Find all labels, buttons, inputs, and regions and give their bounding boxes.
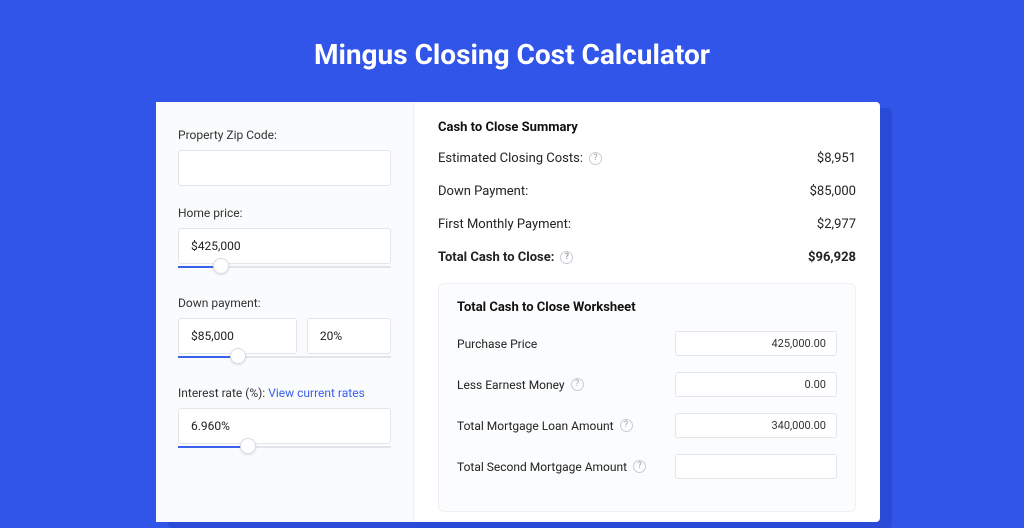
- down-payment-label: Down payment:: [178, 296, 391, 310]
- summary-section: Cash to Close Summary Estimated Closing …: [438, 120, 856, 265]
- results-panel: Cash to Close Summary Estimated Closing …: [414, 102, 880, 522]
- interest-field-group: Interest rate (%): View current rates: [178, 386, 391, 456]
- second-mortgage-label: Total Second Mortgage Amount: [457, 460, 627, 474]
- slider-fill: [178, 356, 238, 358]
- summary-row-est-costs: Estimated Closing Costs: ? $8,951: [438, 151, 856, 166]
- worksheet-title: Total Cash to Close Worksheet: [457, 300, 837, 315]
- earnest-label: Less Earnest Money: [457, 378, 565, 392]
- home-price-field-group: Home price:: [178, 206, 391, 276]
- ws-row-earnest: Less Earnest Money ?: [457, 372, 837, 397]
- home-price-input[interactable]: [178, 228, 391, 264]
- interest-input[interactable]: [178, 408, 391, 444]
- help-icon[interactable]: ?: [571, 378, 584, 391]
- page-title: Mingus Closing Cost Calculator: [0, 0, 1024, 99]
- summary-down-payment-label: Down Payment:: [438, 184, 528, 199]
- summary-row-total: Total Cash to Close: ? $96,928: [438, 250, 856, 265]
- total-label: Total Cash to Close:: [438, 250, 554, 265]
- help-icon[interactable]: ?: [560, 251, 573, 264]
- home-price-slider[interactable]: [178, 262, 391, 276]
- calculator-card: Property Zip Code: Home price: Down paym…: [156, 102, 880, 522]
- ws-row-loan-amount: Total Mortgage Loan Amount ?: [457, 413, 837, 438]
- inputs-panel: Property Zip Code: Home price: Down paym…: [156, 102, 414, 522]
- est-costs-label: Estimated Closing Costs:: [438, 151, 583, 166]
- help-icon[interactable]: ?: [589, 152, 602, 165]
- purchase-price-value[interactable]: [675, 331, 837, 356]
- second-mortgage-value[interactable]: [675, 454, 837, 479]
- est-costs-value: $8,951: [817, 151, 856, 166]
- slider-thumb[interactable]: [213, 258, 229, 274]
- first-monthly-label: First Monthly Payment:: [438, 217, 571, 232]
- loan-amount-label: Total Mortgage Loan Amount: [457, 419, 614, 433]
- worksheet-section: Total Cash to Close Worksheet Purchase P…: [438, 283, 856, 512]
- interest-slider[interactable]: [178, 442, 391, 456]
- down-payment-slider[interactable]: [178, 352, 391, 366]
- interest-label-text: Interest rate (%):: [178, 386, 268, 400]
- earnest-value[interactable]: [675, 372, 837, 397]
- summary-down-payment-value: $85,000: [810, 184, 856, 199]
- zip-field-group: Property Zip Code:: [178, 128, 391, 186]
- zip-input[interactable]: [178, 150, 391, 186]
- purchase-price-label: Purchase Price: [457, 337, 537, 351]
- summary-row-first-monthly: First Monthly Payment: $2,977: [438, 217, 856, 232]
- slider-thumb[interactable]: [240, 438, 256, 454]
- down-payment-pct-input[interactable]: [307, 318, 391, 354]
- first-monthly-value: $2,977: [817, 217, 856, 232]
- home-price-label: Home price:: [178, 206, 391, 220]
- ws-row-second-mortgage: Total Second Mortgage Amount ?: [457, 454, 837, 479]
- down-payment-field-group: Down payment:: [178, 296, 391, 366]
- loan-amount-value[interactable]: [675, 413, 837, 438]
- slider-thumb[interactable]: [230, 348, 246, 364]
- ws-row-purchase-price: Purchase Price: [457, 331, 837, 356]
- summary-title: Cash to Close Summary: [438, 120, 856, 135]
- summary-row-down-payment: Down Payment: $85,000: [438, 184, 856, 199]
- help-icon[interactable]: ?: [633, 460, 646, 473]
- slider-fill: [178, 446, 248, 448]
- interest-label: Interest rate (%): View current rates: [178, 386, 391, 400]
- zip-label: Property Zip Code:: [178, 128, 391, 142]
- view-rates-link[interactable]: View current rates: [268, 386, 365, 400]
- total-value: $96,928: [808, 250, 856, 265]
- help-icon[interactable]: ?: [620, 419, 633, 432]
